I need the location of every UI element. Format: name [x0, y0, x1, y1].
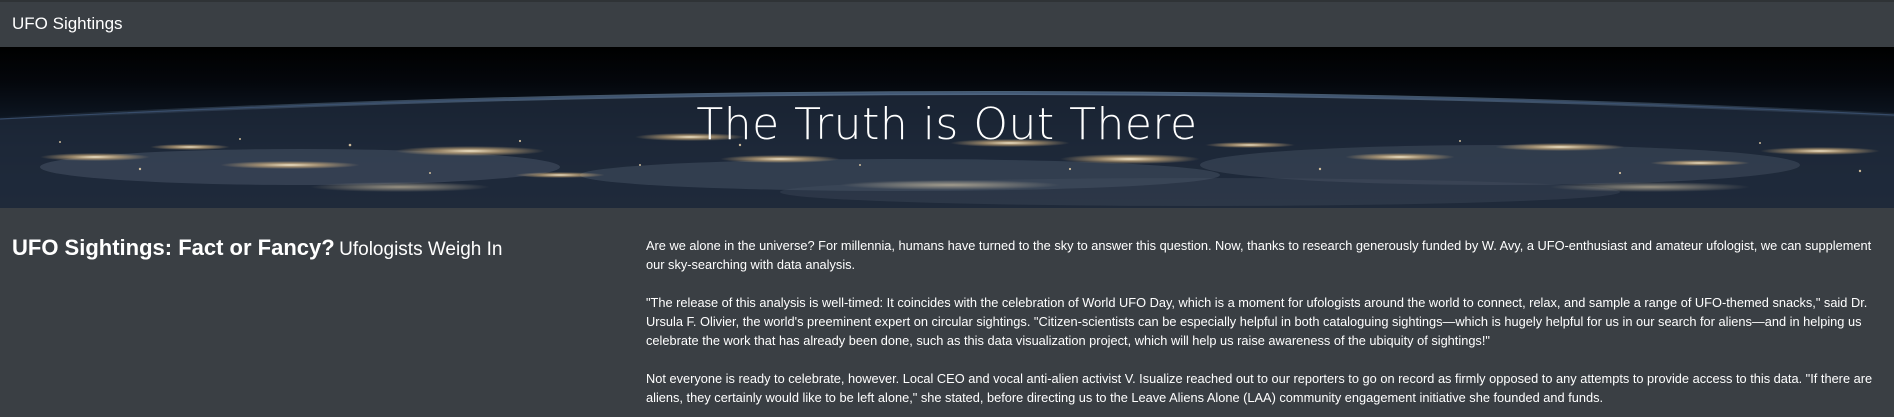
article-heading-sub: Ufologists Weigh In: [339, 239, 503, 260]
article-heading: UFO Sightings: Fact or Fancy? Ufologists…: [12, 235, 632, 261]
navbar: UFO Sightings: [0, 0, 1894, 47]
hero-banner: The Truth is Out There: [0, 47, 1894, 208]
article-paragraph-intro: Are we alone in the universe? For millen…: [646, 238, 1872, 272]
article-paragraph-quote: "The release of this analysis is well-ti…: [646, 295, 1868, 348]
article-paragraph-opposition: Not everyone is ready to celebrate, howe…: [646, 371, 1873, 405]
article-body: Are we alone in the universe? For millen…: [646, 236, 1882, 417]
page: UFO Sightings The Truth is Out There UFO…: [0, 0, 1894, 417]
hero-title: The Truth is Out There: [696, 99, 1198, 150]
navbar-brand-link[interactable]: UFO Sightings: [12, 14, 123, 34]
article-heading-main: UFO Sightings: Fact or Fancy?: [12, 235, 335, 260]
